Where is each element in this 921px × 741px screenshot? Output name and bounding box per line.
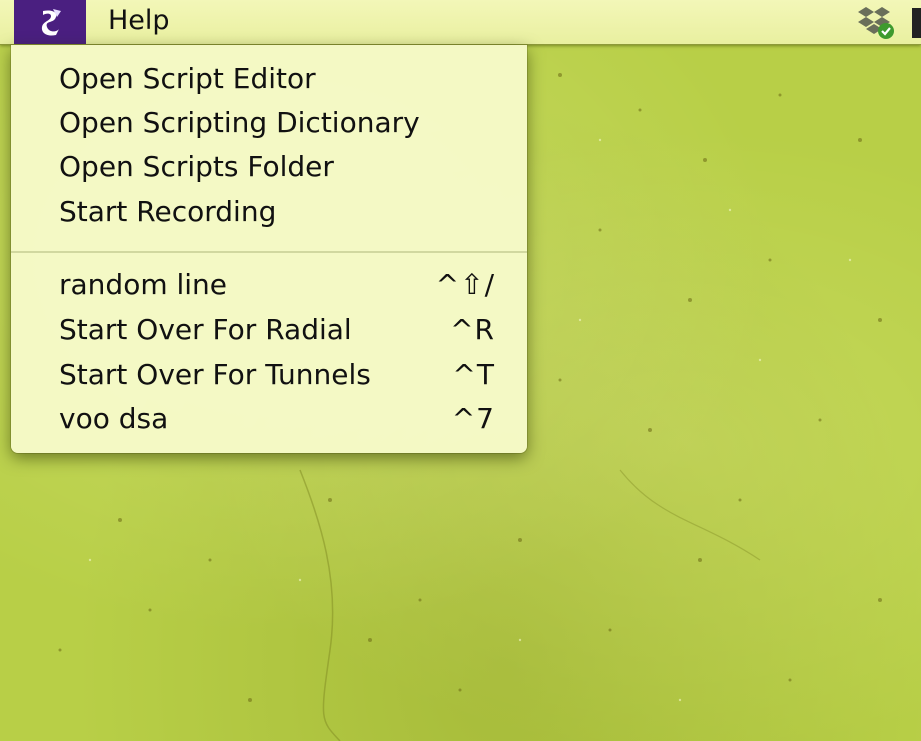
menu-item-shortcut: ^⇧/ [435,268,495,301]
menubar-extra-item[interactable] [912,8,921,38]
help-menu[interactable]: Help [108,2,170,40]
dropbox-sync-icon[interactable] [854,4,898,42]
menu-item-label: voo dsa [59,402,169,435]
script-scroll-icon[interactable] [14,0,86,44]
menu-item-start-over-tunnels[interactable]: Start Over For Tunnels ^T [59,353,495,397]
menu-item-label: Open Script Editor [59,62,316,95]
menu-item-open-scripts-folder[interactable]: Open Scripts Folder [59,145,495,189]
script-menu-dropdown: Open Script Editor Open Scripting Dictio… [11,45,527,453]
menu-item-label: random line [59,268,228,301]
menu-item-start-recording[interactable]: Start Recording [59,190,495,234]
menu-separator [11,251,527,253]
menu-item-open-script-editor[interactable]: Open Script Editor [59,57,495,101]
menu-item-label: Start Over For Tunnels [59,358,371,391]
menu-item-random-line[interactable]: random line ^⇧/ [59,263,495,307]
menu-item-shortcut: ^R [450,313,495,346]
menu-item-label: Open Scripts Folder [59,150,334,183]
menu-item-voo-dsa[interactable]: voo dsa ^7 [59,397,495,441]
menu-item-label: Open Scripting Dictionary [59,106,420,139]
menu-bar: Help [0,0,921,45]
menu-item-start-over-radial[interactable]: Start Over For Radial ^R [59,308,495,352]
menu-item-shortcut: ^7 [451,402,495,435]
menu-item-label: Start Recording [59,195,277,228]
menu-item-open-scripting-dictionary[interactable]: Open Scripting Dictionary [59,101,495,145]
menu-item-shortcut: ^T [452,358,495,391]
menu-item-label: Start Over For Radial [59,313,352,346]
